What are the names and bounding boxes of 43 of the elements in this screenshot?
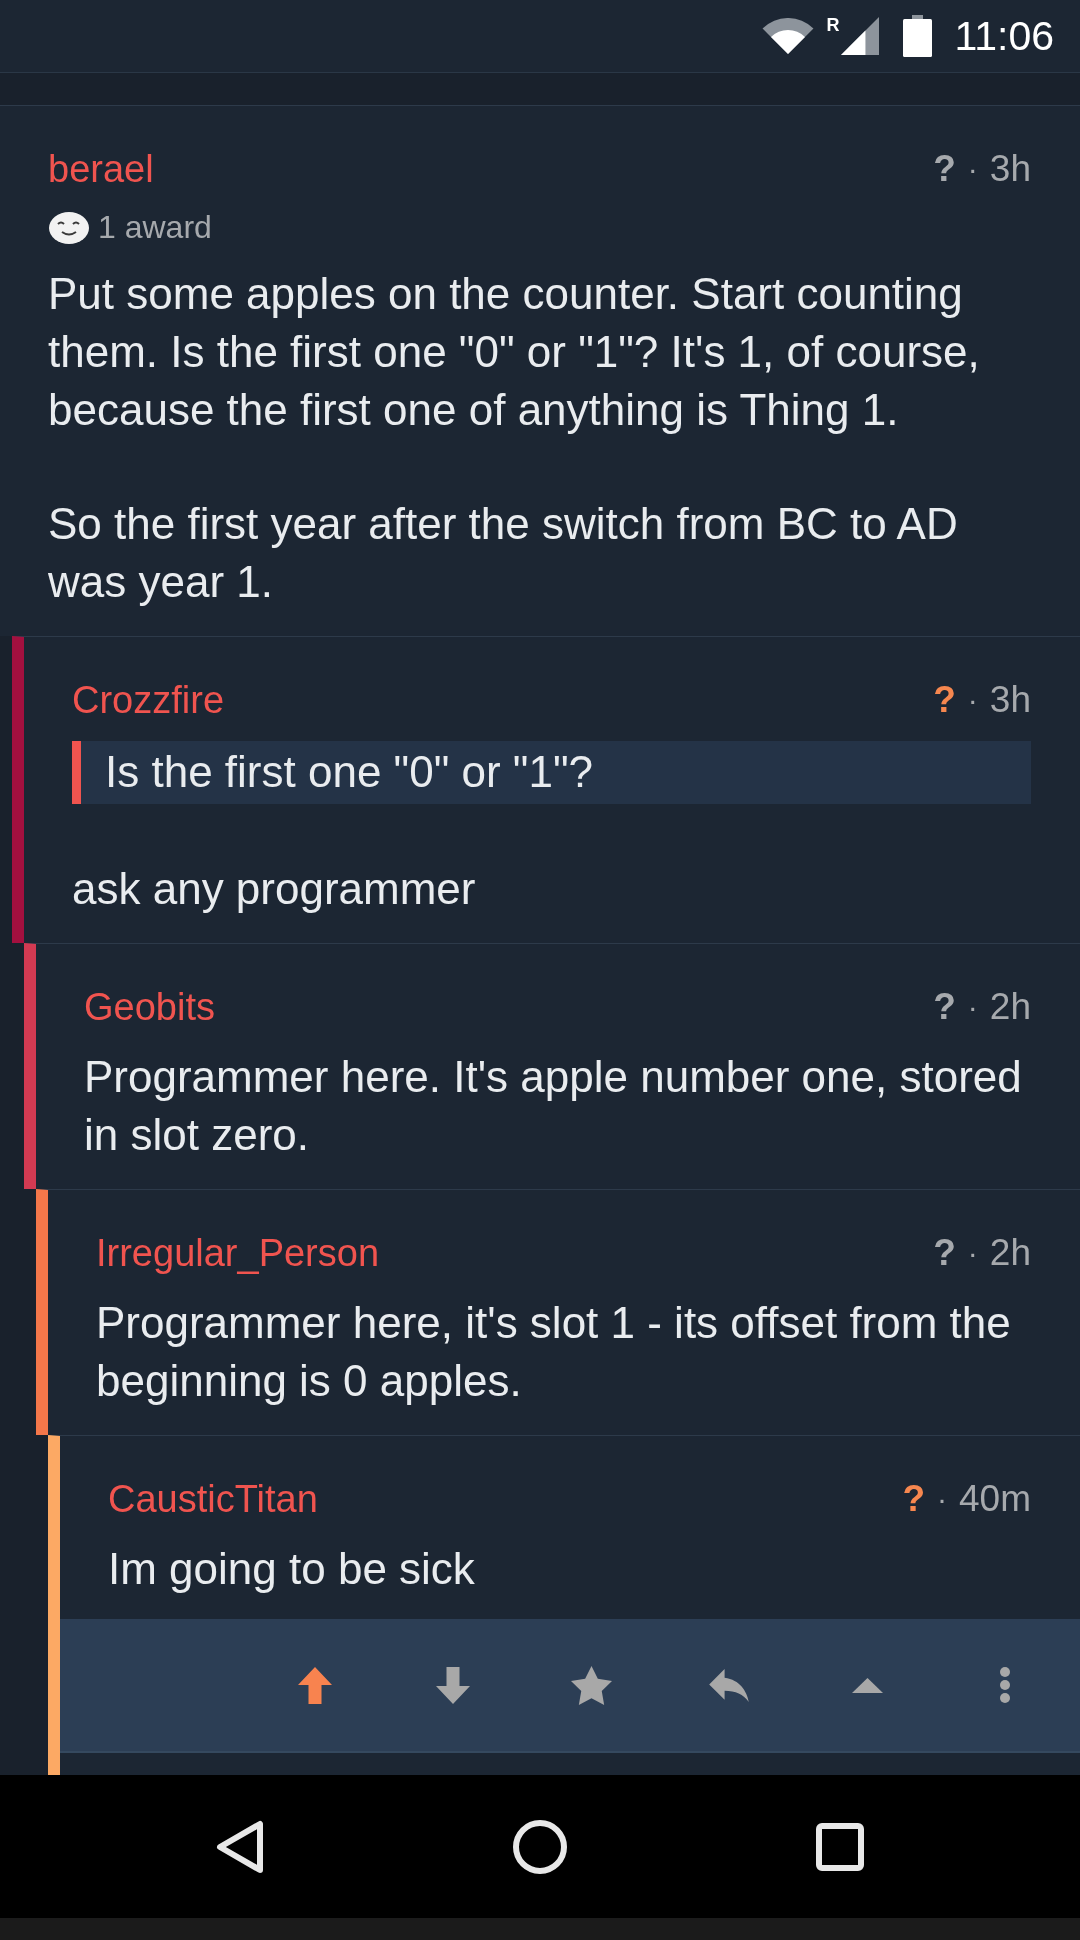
score: ?: [933, 985, 956, 1029]
username[interactable]: CausticTitan: [108, 1476, 318, 1522]
award-count: 1 award: [98, 208, 212, 247]
username[interactable]: Crozzfire: [72, 677, 225, 723]
clock-time: 11:06: [954, 12, 1054, 60]
wifi-icon: [762, 18, 815, 54]
comment-age: 3h: [989, 678, 1031, 722]
separator-dot: ·: [967, 682, 978, 718]
quote-block: Is the first one "0" or "1"?: [72, 741, 1031, 804]
username[interactable]: berael: [48, 146, 154, 192]
comment-text: Put some apples on the counter. Start counting them. Is the first one "0" or "1"? It's 1, of course, because the first one of anything is Thing 1.: [48, 268, 981, 436]
square-icon[interactable]: [816, 1822, 864, 1871]
score: ?: [933, 678, 956, 722]
comment-text: So the first year after the switch from BC to AD was year 1.: [48, 498, 959, 608]
back-icon[interactable]: [216, 1819, 264, 1874]
score: ?: [902, 1477, 925, 1521]
username[interactable]: Irregular_Person: [96, 1230, 380, 1276]
comment-age: 2h: [989, 1231, 1031, 1275]
comment-age: 2h: [989, 985, 1031, 1029]
username[interactable]: Geobits: [84, 984, 215, 1030]
separator-dot: ·: [967, 1235, 978, 1271]
separator-dot: ·: [967, 989, 978, 1025]
comment-age: 3h: [989, 147, 1031, 191]
comment-text: Programmer here. It's apple number one, stored in slot zero.: [84, 1051, 1023, 1161]
arrow-down-icon[interactable]: [436, 1666, 470, 1704]
score: ?: [933, 1231, 956, 1275]
smiley-icon: [48, 209, 90, 245]
separator-dot: ·: [937, 1481, 947, 1517]
battery-icon: [903, 15, 933, 57]
roaming-label: R: [826, 16, 840, 34]
separator-dot: ·: [967, 151, 978, 187]
comment-age: 40m: [959, 1477, 1031, 1521]
caret-up-icon[interactable]: [851, 1677, 883, 1693]
comment-text: Im going to be sick: [108, 1543, 476, 1595]
more-icon[interactable]: [1000, 1667, 1010, 1703]
comment-text: ask any programmer: [72, 863, 477, 915]
star-icon[interactable]: [570, 1665, 612, 1705]
arrow-up-icon[interactable]: [298, 1666, 332, 1704]
comment-text: Programmer here, it's slot 1 - its offset from the beginning is 0 apples.: [96, 1297, 1012, 1407]
home-icon[interactable]: [513, 1819, 567, 1874]
reply-icon[interactable]: [709, 1668, 749, 1702]
signal-icon: [841, 15, 880, 57]
score: ?: [933, 147, 956, 191]
